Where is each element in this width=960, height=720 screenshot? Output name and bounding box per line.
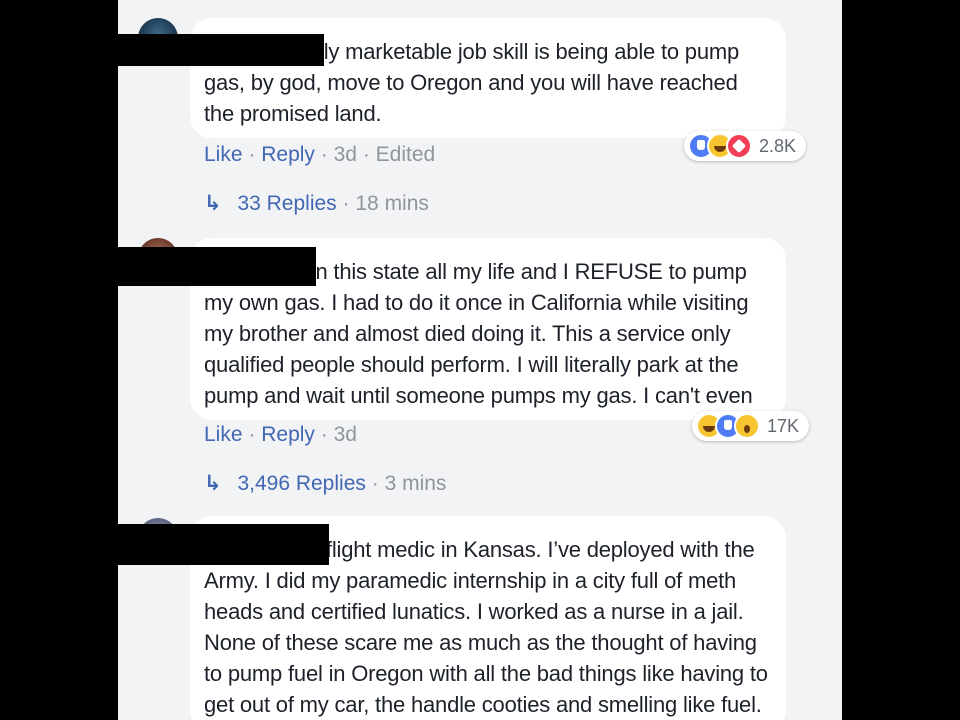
reply-arrow-icon: ↳ xyxy=(204,192,222,215)
comment-actions: Like · Reply · 3d · Edited xyxy=(204,143,435,167)
reply-arrow-icon: ↳ xyxy=(204,472,222,495)
reply-link[interactable]: Reply xyxy=(261,423,315,446)
reply-link[interactable]: Reply xyxy=(261,143,315,166)
replies-count-link[interactable]: 33 Replies xyxy=(237,192,336,215)
wow-icon xyxy=(734,413,760,439)
separator: · xyxy=(342,192,350,215)
separator: · xyxy=(320,143,328,166)
love-icon xyxy=(726,133,752,159)
comment-timestamp[interactable]: 3d xyxy=(334,143,357,166)
redaction-bar xyxy=(118,247,316,286)
like-link[interactable]: Like xyxy=(204,423,243,446)
separator: · xyxy=(362,143,370,166)
separator: · xyxy=(371,472,379,495)
separator: · xyxy=(248,143,256,166)
separator: · xyxy=(248,423,256,446)
comment-thread: ck If your only marketable job skill is … xyxy=(118,0,842,720)
view-replies-row[interactable]: ↳ 3,496 Replies · 3 mins xyxy=(204,471,446,496)
replies-timestamp: 3 mins xyxy=(384,472,447,495)
view-replies-row[interactable]: ↳ 33 Replies · 18 mins xyxy=(204,191,429,216)
reactions-summary[interactable]: 2.8K xyxy=(684,131,807,161)
reactions-summary[interactable]: 17K xyxy=(692,411,810,441)
redaction-bar xyxy=(118,524,329,565)
comment-actions: Like · Reply · 3d xyxy=(204,423,357,447)
comment-timestamp[interactable]: 3d xyxy=(334,423,357,446)
reaction-count: 17K xyxy=(767,415,800,436)
reaction-count: 2.8K xyxy=(759,135,797,156)
separator: · xyxy=(320,423,328,446)
replies-count-link[interactable]: 3,496 Replies xyxy=(237,472,365,495)
redaction-bar xyxy=(118,34,324,66)
like-link[interactable]: Like xyxy=(204,143,243,166)
replies-timestamp: 18 mins xyxy=(355,192,429,215)
edited-label[interactable]: Edited xyxy=(376,143,436,166)
